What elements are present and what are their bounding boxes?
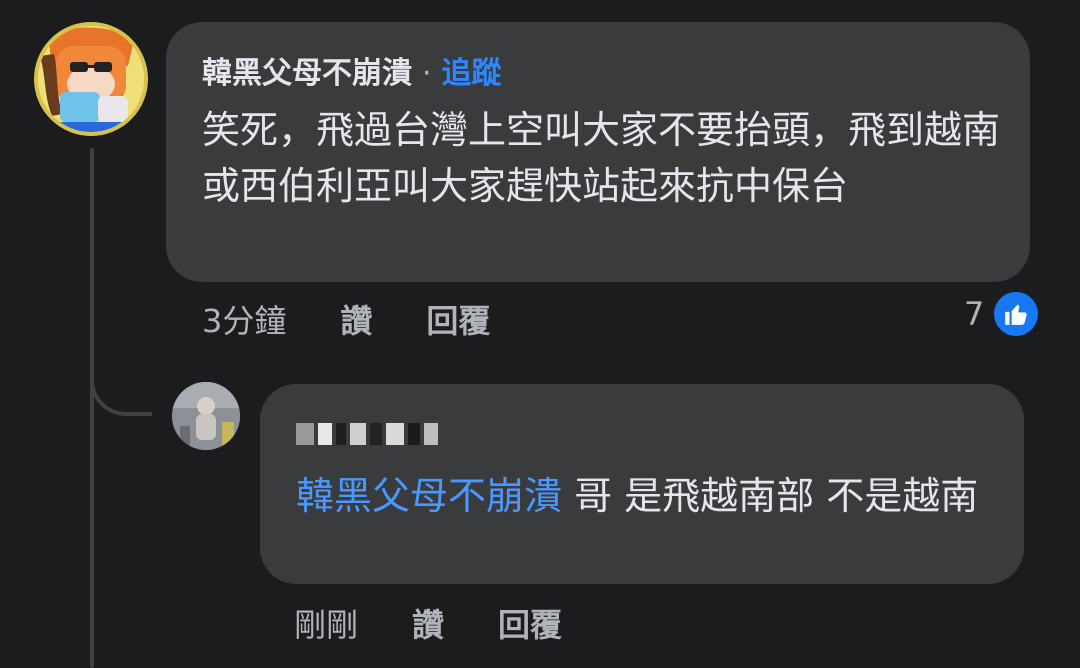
- reply-like-button[interactable]: 讚: [412, 600, 444, 646]
- reply-reply-button[interactable]: 回覆: [498, 600, 562, 646]
- reply-time[interactable]: 剛剛: [294, 600, 358, 646]
- comment-bubble: 韓黑父母不崩潰 · 追蹤 笑死，飛過台灣上空叫大家不要抬頭，飛到越南或西伯利亞叫…: [166, 22, 1030, 282]
- avatar-image: [38, 26, 144, 132]
- reply-avatar-image: [172, 382, 240, 450]
- comment-time[interactable]: 3分鐘: [202, 296, 286, 342]
- reply-body: 哥 是飛越南部 不是越南: [562, 474, 979, 518]
- separator-dot: ·: [422, 56, 432, 91]
- thumbs-up-icon: [994, 292, 1039, 336]
- comment-actions: 3分鐘 讚 回覆: [202, 296, 544, 342]
- like-button[interactable]: 讚: [340, 296, 372, 342]
- reply-actions: 剛剛 讚 回覆: [294, 600, 616, 646]
- mention-link[interactable]: 韓黑父母不崩潰: [296, 474, 562, 518]
- avatar[interactable]: [34, 22, 148, 136]
- reply-bubble: 韓黑父母不崩潰 哥 是飛越南部 不是越南: [260, 384, 1024, 584]
- thread-line: [90, 148, 94, 668]
- reply-button[interactable]: 回覆: [426, 296, 490, 342]
- comment-text: 笑死，飛過台灣上空叫大家不要抬頭，飛到越南或西伯利亞叫大家趕快站起來抗中保台: [202, 108, 1001, 208]
- thread-connector: [90, 340, 152, 416]
- follow-button[interactable]: 追蹤: [442, 48, 502, 92]
- comment-author[interactable]: 韓黑父母不崩潰: [202, 48, 412, 92]
- reaction-summary[interactable]: 7: [964, 292, 1039, 336]
- reaction-count: 7: [964, 295, 985, 333]
- redacted-author: [296, 414, 988, 454]
- reply-avatar[interactable]: [172, 382, 240, 450]
- reply-text: 韓黑父母不崩潰 哥 是飛越南部 不是越南: [296, 468, 996, 524]
